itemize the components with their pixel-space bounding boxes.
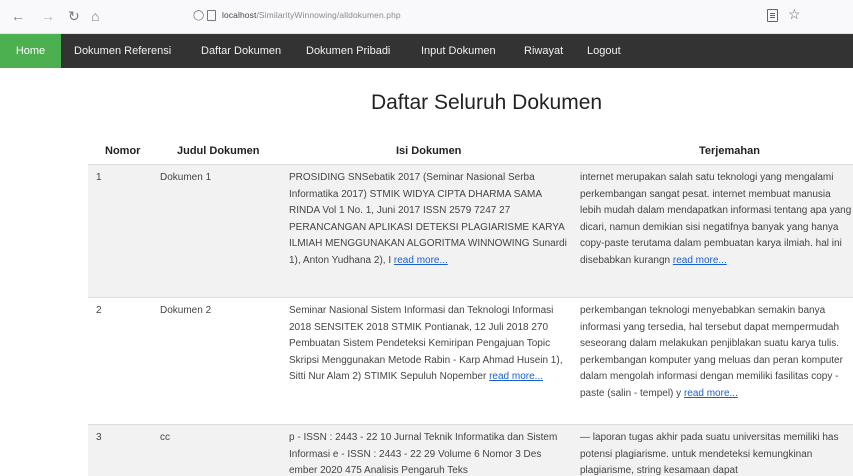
forward-arrow-icon[interactable]: → (41, 9, 55, 23)
terjemahan-text: internet merupakan salah satu teknologi … (580, 172, 852, 266)
url-path: /SimilarityWinnowing/alldokumen.php (256, 10, 401, 20)
page-icon (207, 10, 216, 21)
cell-nomor: 3 (96, 432, 102, 443)
cell-terjemahan: — laporan tugas akhir pada suatu univers… (580, 430, 853, 476)
isi-text: PROSIDING SNSebatik 2017 (Seminar Nasion… (289, 172, 567, 266)
col-header-isi: Isi Dokumen (396, 145, 462, 157)
shield-icon[interactable]: ◯ (193, 10, 204, 21)
cell-isi: p - ISSN : 2443 - 22 10 Jurnal Teknik In… (289, 430, 571, 476)
bookmark-star-icon[interactable]: ☆ (788, 7, 801, 21)
nav-riwayat[interactable]: Riwayat (524, 34, 563, 68)
back-arrow-icon[interactable]: ← (11, 9, 25, 23)
nav-input-dokumen[interactable]: Input Dokumen (421, 34, 496, 68)
nav-home[interactable]: Home (0, 34, 61, 68)
col-header-nomor: Nomor (105, 145, 141, 157)
cell-nomor: 2 (96, 305, 102, 316)
cell-judul: Dokumen 1 (160, 172, 212, 183)
col-header-judul: Judul Dokumen (177, 145, 260, 157)
home-icon[interactable]: ⌂ (91, 9, 99, 23)
page-title: Daftar Seluruh Dokumen (370, 91, 603, 114)
nav-daftar-dokumen[interactable]: Daftar Dokumen (201, 34, 281, 68)
terjemahan-text: — laporan tugas akhir pada suatu univers… (580, 432, 839, 476)
cell-terjemahan: internet merupakan salah satu teknologi … (580, 170, 853, 270)
cell-isi: PROSIDING SNSebatik 2017 (Seminar Nasion… (289, 170, 571, 270)
url-host: localhost (222, 10, 257, 20)
cell-isi: Seminar Nasional Sistem Informasi dan Te… (289, 303, 571, 386)
read-more-link[interactable]: read more... (394, 255, 448, 266)
nav-logout[interactable]: Logout (587, 34, 621, 68)
reload-icon[interactable]: ↻ (68, 9, 80, 23)
read-more-link[interactable]: read more... (489, 371, 543, 382)
cell-judul: Dokumen 2 (160, 305, 212, 316)
url-bar[interactable]: localhost/SimilarityWinnowing/alldokumen… (222, 10, 401, 20)
main-navbar: Home Dokumen Referensi Daftar Dokumen Do… (0, 34, 853, 68)
nav-dokumen-referensi[interactable]: Dokumen Referensi (74, 34, 171, 68)
cell-nomor: 1 (96, 172, 102, 183)
read-more-link[interactable]: read more... (673, 255, 727, 266)
isi-text: p - ISSN : 2443 - 22 10 Jurnal Teknik In… (289, 432, 558, 476)
row-divider (88, 297, 853, 298)
col-header-terjemahan: Terjemahan (699, 145, 760, 157)
cell-terjemahan: perkembangan teknologi menyebabkan semak… (580, 303, 853, 403)
terjemahan-text: perkembangan teknologi menyebabkan semak… (580, 305, 843, 399)
cell-judul: cc (160, 432, 170, 443)
reader-view-icon[interactable] (767, 9, 778, 22)
browser-toolbar: ← → ↻ ⌂ ◯ localhost/SimilarityWinnowing/… (0, 0, 853, 34)
nav-dokumen-pribadi[interactable]: Dokumen Pribadi (306, 34, 390, 68)
read-more-link[interactable]: read more... (684, 388, 738, 399)
